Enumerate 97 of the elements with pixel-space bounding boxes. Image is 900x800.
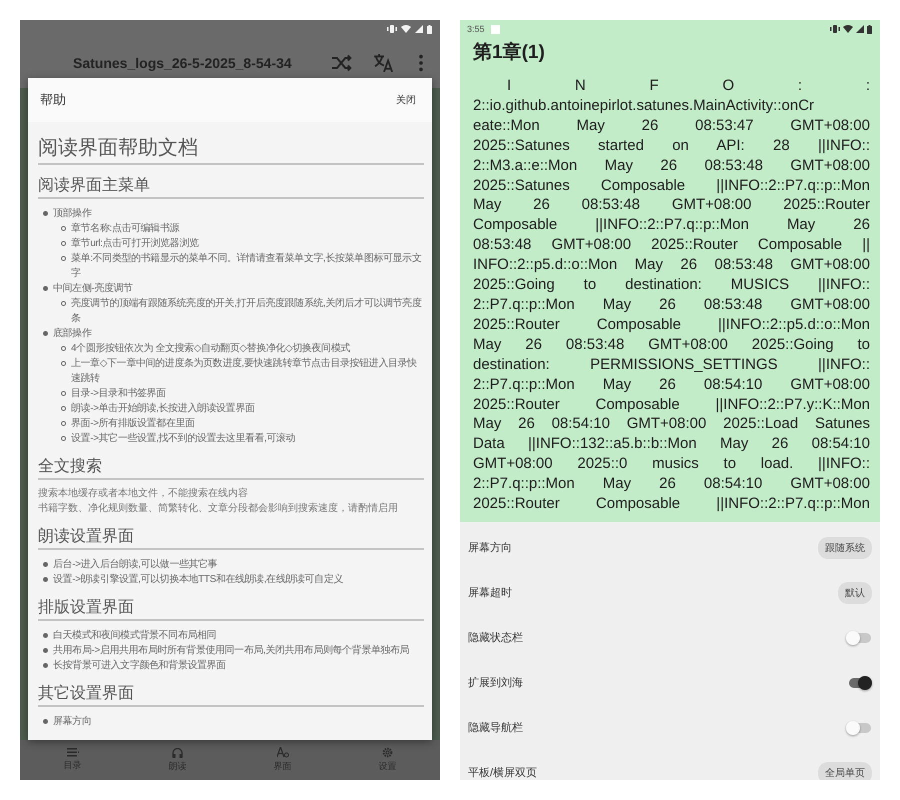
log-text-line: 2025::Going to destination: MUSICS ||INFO:: <box>473 275 870 295</box>
bullet-icon <box>61 361 66 366</box>
battery-icon <box>427 24 432 34</box>
headphones-icon <box>172 748 183 758</box>
chapter-title: 第1章(1) <box>472 40 546 65</box>
signal-icon <box>415 25 423 33</box>
log-text-line: INFO::2::p5.d::o::Mon May 26 08:53:48 GMT+08:00 <box>473 255 870 276</box>
list-item: 底部操作 <box>53 326 92 341</box>
log-text-line: GMT+08:00 2025::0 musics to load. ||INFO:: <box>473 454 870 474</box>
log-text-line: eate::Mon May 26 08:53:47 GMT+08:00 <box>473 116 870 136</box>
list-item: 屏幕方向 <box>53 714 92 729</box>
log-text-line: 2::io.github.antoinepirlot.satunes.MainActivity::onCr <box>473 96 816 116</box>
battery-icon <box>867 24 872 34</box>
list-item: 目录->目录和书签界面 <box>71 386 166 401</box>
bullet-icon <box>61 301 66 306</box>
settings-icon <box>382 747 393 758</box>
setting-label: 平板/横屏双页 <box>468 766 538 780</box>
setting-label: 隐藏导航栏 <box>468 720 523 735</box>
vibrate-icon <box>387 25 397 33</box>
bullet-icon <box>43 286 48 291</box>
log-text-line: May 26 08:53:48 GMT+08:00 2025::Router <box>473 195 870 216</box>
log-text-line: I N F O : : <box>506 76 870 96</box>
setting-label: 屏幕方向 <box>468 540 512 555</box>
paragraph: 书籍字数、净化规则数量、简繁转化、文章分段都会影响到搜索速度，请酌情启用 <box>38 502 399 516</box>
log-text-line: 08:53:48 GMT+08:00 2025::Router Composable || <box>473 235 870 256</box>
toolbar-title: Satunes_logs_26-5-2025_8-54-34 <box>73 55 293 71</box>
dialog-title: 帮助 <box>40 91 66 109</box>
notification-icon <box>490 24 500 34</box>
bullet-icon <box>43 211 48 216</box>
list-item: 设置->其它一些设置,找不到的设置去这里看看,可滚动 <box>71 432 296 446</box>
toggle-switch[interactable] <box>846 630 872 646</box>
list-item: 共用布局->启用共用布局时所有背景使用同一布局,关闭共用布局则每个背景单独布局 <box>53 644 410 658</box>
log-text-line: 2::P7.q::p::Mon May 26 08:54:10 GMT+08:00 <box>473 474 870 494</box>
bullet-icon <box>61 241 66 246</box>
bullet-icon <box>61 421 66 426</box>
close-button[interactable]: 关闭 <box>394 91 418 109</box>
setting-label: 扩展到刘海 <box>468 676 523 690</box>
log-text-line: Data ||INFO::132::a5.b::b::Mon May 26 08:54:10 <box>473 434 870 454</box>
list-item: 界面->所有排版设置都在里面 <box>71 416 195 431</box>
setting-label: 屏幕超时 <box>468 586 512 600</box>
list-item: 白天模式和夜间模式背景不同布局相同 <box>53 628 216 643</box>
list-item: 顶部操作 <box>53 206 92 221</box>
bullet-icon <box>61 391 66 396</box>
bullet-icon <box>61 436 66 441</box>
paragraph: 搜索本地缓存或者本地文件，不能搜索在线内容 <box>38 486 249 501</box>
list-item: 菜单:不同类型的书籍显示的菜单不同。详情请查看菜单文字,长按菜单图标可显示文字 <box>71 252 422 281</box>
bullet-icon <box>43 633 48 638</box>
log-text-line: May 26 08:53:48 GMT+08:00 2025::Going to <box>473 334 870 355</box>
font-icon <box>276 747 288 758</box>
bullet-icon <box>61 346 66 351</box>
log-text-line: May 26 08:54:10 GMT+08:00 2025::Load Satunes <box>473 414 870 434</box>
list-item: 长按背景可进入文字颜色和背景设置界面 <box>53 658 226 673</box>
list-icon <box>66 748 78 757</box>
log-text-line: 2::M3.a::e::Mon May 26 08:53:48 GMT+08:00 <box>473 156 870 176</box>
section-heading: 排版设置界面 <box>38 597 424 621</box>
list-item: 亮度调节的顶端有跟随系统亮度的开关,打开后亮度跟随系统,关闭后才可以调节亮度条 <box>71 296 422 326</box>
setting-label: 隐藏状态栏 <box>468 630 523 645</box>
bullet-icon <box>43 719 48 724</box>
status-time: 3:55 <box>467 24 485 34</box>
log-text-line: destination: PERMISSIONS_SETTINGS ||INFO:: <box>473 354 870 375</box>
list-item: 章节url:点击可打开浏览器浏览 <box>71 236 198 251</box>
section-heading: 全文搜索 <box>38 456 424 480</box>
document-title: 阅读界面帮助文档 <box>38 134 424 165</box>
list-item: 设置->朗读引擎设置,可以切换本地TTS和在线朗读,在线朗读可自定义 <box>53 572 344 587</box>
list-item: 上一章◇下一章中间的进度条为页数进度,要快速跳转章节点击目录按钮进入目录快速跳转 <box>71 356 418 386</box>
log-text-line: 2025::Router Composable ||INFO::2::P7.q::p::Mon <box>473 494 870 514</box>
log-text-line: 2025::Router Composable ||INFO::2::p5.d::o::Mon <box>473 314 870 335</box>
bullet-icon <box>61 406 66 411</box>
log-text-line: 2::P7.q::p::Mon May 26 08:53:48 GMT+08:00 <box>473 294 870 315</box>
bullet-icon <box>43 648 48 653</box>
list-item: 朗读->单击开始朗读,长按进入朗读设置界面 <box>71 402 255 416</box>
toggle-switch[interactable] <box>846 720 872 736</box>
section-heading: 朗读设置界面 <box>38 526 424 550</box>
list-item: 后台->进入后台朗读,可以做一些其它事 <box>53 558 218 572</box>
bullet-icon <box>61 256 66 261</box>
option-button[interactable]: 跟随系统 <box>818 536 872 558</box>
list-item: 4个圆形按钮依次为 全文搜索◇自动翻页◇替换净化◇切换夜间模式 <box>71 342 350 356</box>
signal-icon <box>856 25 864 33</box>
log-text-line: 2::P7.q::p::Mon May 26 08:54:10 GMT+08:00 <box>473 374 870 394</box>
bullet-icon <box>61 226 66 231</box>
log-text-line: Composable ||INFO::2::P7.q::p::Mon May 26 <box>473 215 870 236</box>
bullet-icon <box>43 663 48 668</box>
bullet-icon <box>43 331 48 336</box>
section-heading: 阅读界面主菜单 <box>38 175 424 199</box>
list-item: 中间左侧-亮度调节 <box>53 282 133 296</box>
list-item: 章节名称:点击可编辑书源 <box>71 222 179 236</box>
wifi-icon <box>843 25 853 33</box>
option-button[interactable]: 默认 <box>838 582 872 604</box>
log-text-line: 2025::Satunes started on API: 28 ||INFO:: <box>473 136 870 156</box>
option-button[interactable]: 全局单页 <box>818 762 872 780</box>
log-text-line: 2025::Router Composable ||INFO::2::P7.y::K::Mon <box>473 394 870 414</box>
log-text-line: 2025::Satunes Composable ||INFO::2::P7.q::p::Mon <box>473 176 870 196</box>
bullet-icon <box>43 562 48 567</box>
wifi-icon <box>401 25 411 33</box>
vibrate-icon <box>830 25 840 33</box>
bullet-icon <box>43 577 48 582</box>
section-heading: 其它设置界面 <box>38 683 424 707</box>
